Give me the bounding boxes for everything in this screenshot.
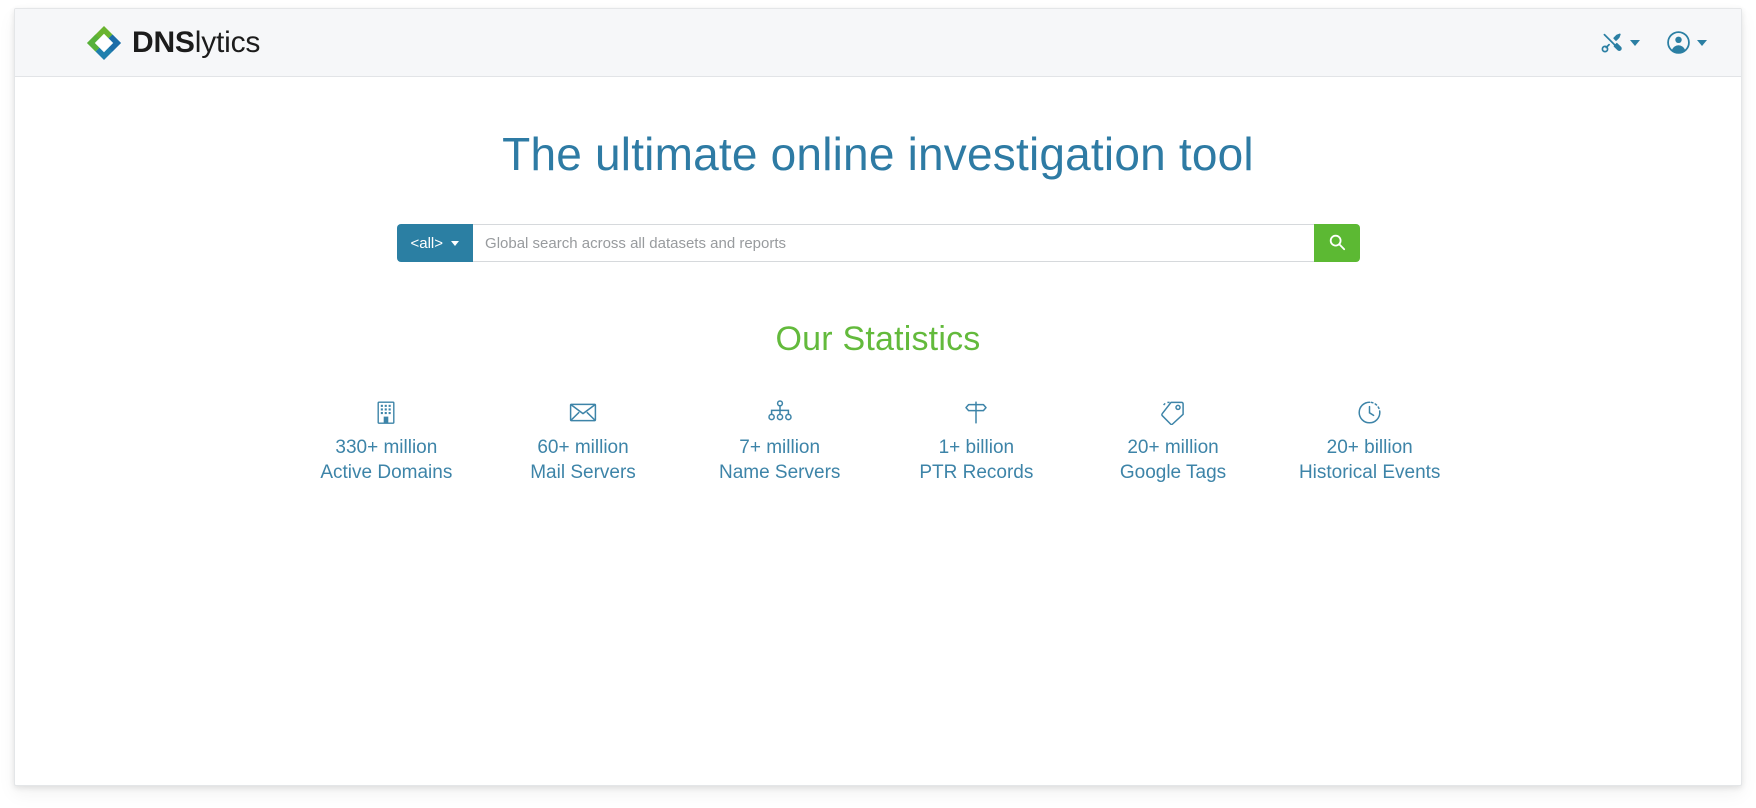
user-circle-icon	[1666, 30, 1691, 55]
dnslytics-diamond-logo	[87, 25, 121, 60]
envelope-icon	[485, 399, 682, 425]
clock-history-icon	[1271, 399, 1468, 425]
page-frame: DNSlytics The ultimate online investigat…	[14, 8, 1742, 786]
tools-icon	[1600, 31, 1624, 55]
search-icon	[1328, 233, 1346, 254]
building-icon	[288, 399, 485, 425]
search-submit-button[interactable]	[1313, 224, 1360, 263]
stat-label: PTR Records	[919, 462, 1034, 484]
statistics-title: Our Statistics	[775, 320, 981, 359]
stat-label: Active Domains	[320, 462, 453, 484]
chevron-down-icon	[451, 240, 460, 246]
stat-historical-events[interactable]: 20+ billion Historical Events	[1271, 399, 1468, 486]
navbar-right-actions	[1600, 30, 1707, 55]
search-scope-dropdown[interactable]: <all>	[396, 224, 474, 263]
stat-value: 60+ million	[537, 437, 629, 459]
brand-logo-link[interactable]: DNSlytics	[87, 25, 261, 60]
search-input[interactable]	[473, 224, 1314, 263]
stat-google-tags[interactable]: 20+ million Google Tags	[1075, 399, 1272, 486]
stat-ptr-records[interactable]: 1+ billion PTR Records	[878, 399, 1075, 486]
stat-value: 1+ billion	[938, 437, 1015, 459]
stat-value: 330+ million	[335, 437, 438, 459]
stat-value: 7+ million	[739, 437, 821, 459]
stat-label: Historical Events	[1298, 462, 1441, 484]
top-navigation-bar: DNSlytics	[15, 9, 1741, 77]
statistics-row: 330+ million Active Domains 60+ million …	[288, 399, 1468, 486]
tools-menu[interactable]	[1600, 31, 1640, 55]
search-scope-label: <all>	[410, 234, 444, 252]
tag-icon	[1075, 399, 1272, 425]
brand-name: DNSlytics	[132, 25, 261, 59]
brand-name-light: lytics	[194, 25, 261, 59]
stat-mail-servers[interactable]: 60+ million Mail Servers	[485, 399, 682, 486]
stat-name-servers[interactable]: 7+ million Name Servers	[681, 399, 878, 486]
stat-label: Name Servers	[718, 462, 841, 484]
stat-label: Mail Servers	[530, 462, 636, 484]
signpost-icon	[878, 399, 1075, 425]
chevron-down-icon	[1630, 39, 1640, 46]
page-title: The ultimate online investigation tool	[502, 128, 1254, 180]
account-menu[interactable]	[1666, 30, 1707, 55]
stat-active-domains[interactable]: 330+ million Active Domains	[288, 399, 485, 486]
brand-name-bold: DNS	[132, 25, 195, 59]
sitemap-icon	[681, 399, 878, 425]
stat-label: Google Tags	[1119, 462, 1227, 484]
chevron-down-icon	[1697, 39, 1707, 46]
hero-section: The ultimate online investigation tool <…	[15, 77, 1741, 263]
stat-value: 20+ billion	[1326, 437, 1413, 459]
stat-value: 20+ million	[1127, 437, 1219, 459]
global-search-bar: <all>	[396, 224, 1360, 263]
